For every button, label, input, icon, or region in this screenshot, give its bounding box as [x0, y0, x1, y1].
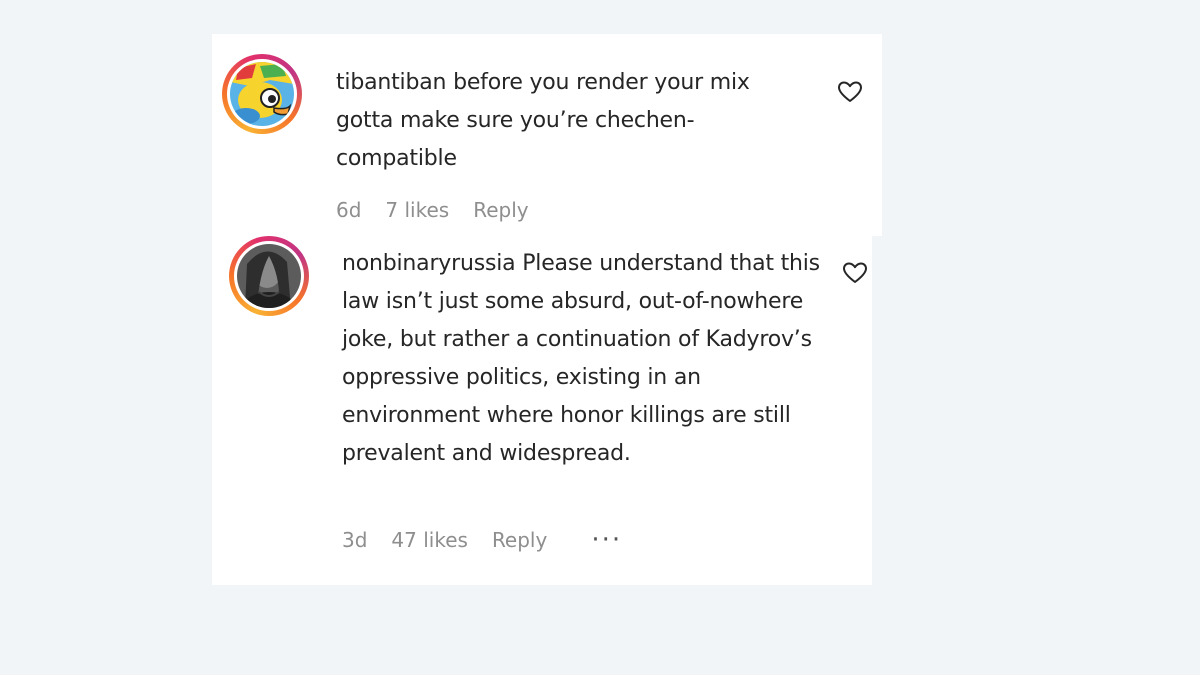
- comment-likes[interactable]: 47 likes: [391, 528, 468, 552]
- avatar[interactable]: [222, 54, 302, 134]
- comment-body: Please understand that this law isn’t ju…: [342, 251, 820, 466]
- comment-item: tibantiban before you render your mix go…: [212, 34, 882, 236]
- reply-button[interactable]: Reply: [492, 528, 547, 552]
- comment-likes[interactable]: 7 likes: [385, 198, 449, 222]
- more-options-button[interactable]: ···: [591, 527, 622, 553]
- comment-item: nonbinaryrussia Please understand that t…: [212, 236, 872, 585]
- heart-icon[interactable]: [842, 261, 868, 285]
- comment-meta: 3d 47 likes Reply ···: [342, 527, 646, 553]
- comment-username[interactable]: tibantiban: [336, 70, 446, 95]
- comment-time: 6d: [336, 198, 362, 222]
- avatar[interactable]: [229, 236, 309, 316]
- comment-username[interactable]: nonbinaryrussia: [342, 251, 516, 276]
- profile-photo-avatar-icon: [237, 244, 301, 308]
- cartoon-character-avatar-icon: [230, 62, 294, 126]
- comment-text: nonbinaryrussia Please understand that t…: [342, 245, 822, 473]
- comment-meta: 6d 7 likes Reply: [336, 198, 553, 222]
- comment-text: tibantiban before you render your mix go…: [336, 64, 806, 178]
- heart-icon[interactable]: [837, 80, 863, 104]
- comment-time: 3d: [342, 528, 368, 552]
- reply-button[interactable]: Reply: [473, 198, 528, 222]
